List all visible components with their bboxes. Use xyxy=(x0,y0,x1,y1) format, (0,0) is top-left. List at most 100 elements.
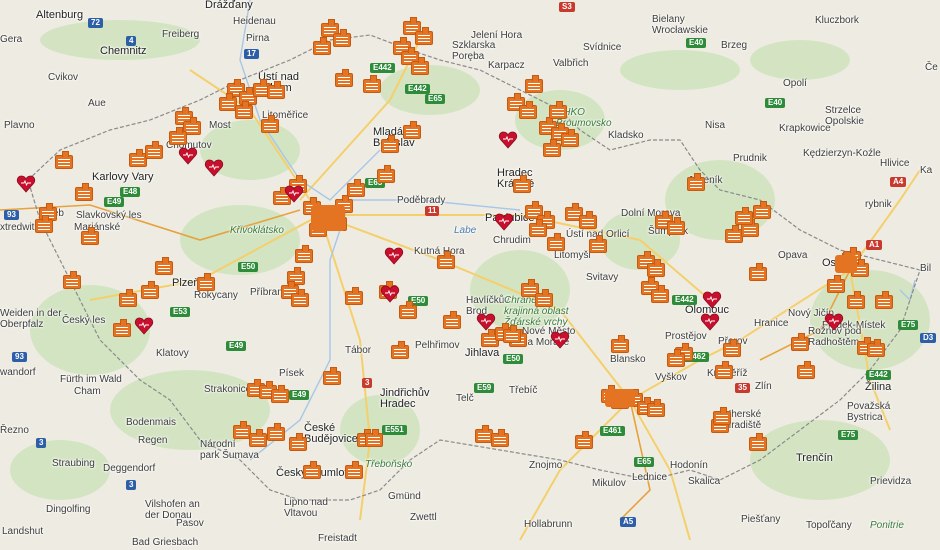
heart-marker[interactable] xyxy=(824,312,844,332)
place-label-most[interactable]: Most xyxy=(209,120,231,131)
place-label-extredwitz[interactable]: xtredwitz xyxy=(0,222,39,233)
place-label-hollabrunn[interactable]: Hollabrunn xyxy=(524,519,572,530)
hospital-marker[interactable] xyxy=(847,291,865,309)
place-label-zwettl[interactable]: Zwettl xyxy=(410,512,437,523)
place-label-cvikov[interactable]: Cvikov xyxy=(48,72,78,83)
hospital-marker[interactable] xyxy=(119,289,137,307)
place-label-badgries[interactable]: Bad Griesbach xyxy=(132,537,198,548)
place-label-karlovy[interactable]: Karlovy Vary xyxy=(92,172,154,183)
place-label-lednice[interactable]: Lednice xyxy=(632,472,667,483)
place-label-regen[interactable]: Regen xyxy=(138,435,167,446)
hospital-marker[interactable] xyxy=(345,461,363,479)
place-label-rybnik[interactable]: rybnik xyxy=(865,199,892,210)
hospital-marker[interactable] xyxy=(503,325,521,343)
hospital-cluster-marker[interactable] xyxy=(605,389,635,407)
hospital-marker[interactable] xyxy=(519,101,537,119)
place-label-povazska[interactable]: Považská Bystrica xyxy=(847,401,890,423)
hospital-marker[interactable] xyxy=(303,461,321,479)
hospital-marker[interactable] xyxy=(443,311,461,329)
hospital-marker[interactable] xyxy=(63,271,81,289)
hospital-marker[interactable] xyxy=(651,285,669,303)
hospital-marker[interactable] xyxy=(235,101,253,119)
heart-marker[interactable] xyxy=(380,284,400,304)
place-label-prievidza[interactable]: Prievidza xyxy=(870,476,911,487)
place-label-klodzko[interactable]: Kladsko xyxy=(608,130,644,141)
place-label-znojmo[interactable]: Znojmo xyxy=(529,460,562,471)
place-label-telc[interactable]: Telč xyxy=(456,393,474,404)
place-label-chrudim[interactable]: Chrudim xyxy=(493,235,531,246)
hospital-marker[interactable] xyxy=(713,407,731,425)
hospital-marker[interactable] xyxy=(35,215,53,233)
place-label-hodonin[interactable]: Hodonín xyxy=(670,460,708,471)
place-label-trencin[interactable]: Trenčín xyxy=(796,453,833,464)
hospital-marker[interactable] xyxy=(261,115,279,133)
hospital-marker[interactable] xyxy=(749,263,767,281)
place-label-pelhrimov[interactable]: Pelhřimov xyxy=(415,340,459,351)
place-label-trebonsko[interactable]: Třeboňsko xyxy=(365,459,412,470)
hospital-marker[interactable] xyxy=(715,361,733,379)
heart-marker[interactable] xyxy=(16,174,36,194)
hospital-marker[interactable] xyxy=(667,217,685,235)
place-label-prostejov[interactable]: Prostějov xyxy=(665,331,707,342)
hospital-marker[interactable] xyxy=(391,341,409,359)
place-label-strakonice[interactable]: Strakonice xyxy=(204,384,251,395)
place-label-altenburg[interactable]: Altenburg xyxy=(36,10,83,21)
place-label-wandorf[interactable]: wandorf xyxy=(0,367,36,378)
place-label-labe[interactable]: Labe xyxy=(454,225,476,236)
place-label-hlivice[interactable]: Hlivice xyxy=(880,158,909,169)
heart-marker[interactable] xyxy=(494,212,514,232)
hospital-marker[interactable] xyxy=(313,37,331,55)
place-label-klatovy[interactable]: Klatovy xyxy=(156,348,189,359)
hospital-marker[interactable] xyxy=(437,251,455,269)
place-label-svitavy[interactable]: Svitavy xyxy=(586,272,618,283)
place-label-pisek[interactable]: Písek xyxy=(279,368,304,379)
hospital-marker[interactable] xyxy=(791,333,809,351)
hospital-marker[interactable] xyxy=(667,349,685,367)
place-label-gera[interactable]: Gera xyxy=(0,34,22,45)
place-label-piestany[interactable]: Piešťany xyxy=(741,514,780,525)
place-label-skalica[interactable]: Skalica xyxy=(688,476,720,487)
hospital-marker[interactable] xyxy=(827,275,845,293)
place-label-nysa[interactable]: Nisa xyxy=(705,120,725,131)
place-label-lipno[interactable]: Lipno nad Vltavou xyxy=(284,497,328,519)
hospital-marker[interactable] xyxy=(875,291,893,309)
hospital-marker[interactable] xyxy=(753,201,771,219)
place-label-kluczbork[interactable]: Kluczbork xyxy=(815,15,859,26)
place-label-rokycany[interactable]: Rokycany xyxy=(194,290,238,301)
place-label-svidnice[interactable]: Svídnice xyxy=(583,42,621,53)
hospital-marker[interactable] xyxy=(323,367,341,385)
place-label-deggendorf[interactable]: Deggendorf xyxy=(103,463,155,474)
place-label-rezno[interactable]: Řezno xyxy=(0,425,29,436)
hospital-marker[interactable] xyxy=(547,233,565,251)
hospital-marker[interactable] xyxy=(81,227,99,245)
place-label-pirna[interactable]: Pirna xyxy=(246,33,269,44)
place-label-cham[interactable]: Cham xyxy=(74,386,101,397)
place-label-krapkowice[interactable]: Krapkowice xyxy=(779,123,831,134)
place-label-mikulov[interactable]: Mikulov xyxy=(592,478,626,489)
hospital-marker[interactable] xyxy=(687,173,705,191)
place-label-brzeg[interactable]: Brzeg xyxy=(721,40,747,51)
hospital-cluster-marker[interactable] xyxy=(835,255,857,273)
hospital-marker[interactable] xyxy=(271,385,289,403)
hospital-marker[interactable] xyxy=(579,211,597,229)
place-label-hranice[interactable]: Hranice xyxy=(754,318,788,329)
hospital-marker[interactable] xyxy=(735,207,753,225)
place-label-ceskebud[interactable]: České Budějovice xyxy=(304,423,358,445)
place-label-tabor[interactable]: Tábor xyxy=(345,345,371,356)
place-label-valbrich[interactable]: Valbřich xyxy=(553,58,588,69)
hospital-marker[interactable] xyxy=(267,423,285,441)
hospital-marker[interactable] xyxy=(529,219,547,237)
hospital-marker[interactable] xyxy=(377,165,395,183)
place-label-straubing[interactable]: Straubing xyxy=(52,458,95,469)
hospital-marker[interactable] xyxy=(543,139,561,157)
hospital-marker[interactable] xyxy=(155,257,173,275)
hospital-marker[interactable] xyxy=(513,175,531,193)
place-label-litomysl[interactable]: Litomyšl xyxy=(554,250,591,261)
hospital-cluster-marker[interactable] xyxy=(311,205,345,231)
place-label-jihlava[interactable]: Jihlava xyxy=(465,348,499,359)
place-label-zlin[interactable]: Zlín xyxy=(755,381,772,392)
hospital-marker[interactable] xyxy=(267,81,285,99)
hospital-marker[interactable] xyxy=(365,429,383,447)
place-label-aue[interactable]: Aue xyxy=(88,98,106,109)
place-label-weiden[interactable]: Weiden in der Oberpfalz xyxy=(0,308,62,330)
